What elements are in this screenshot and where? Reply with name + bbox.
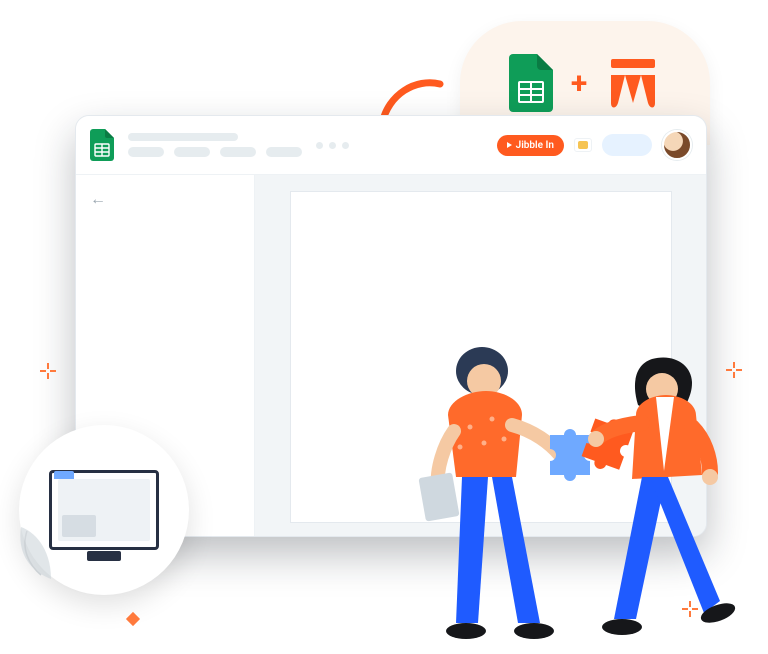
monitor-badge xyxy=(19,425,189,595)
person-right xyxy=(588,357,738,635)
menu-item[interactable] xyxy=(266,147,302,157)
title-area xyxy=(128,133,302,157)
avatar[interactable] xyxy=(662,130,692,160)
doc-title-placeholder[interactable] xyxy=(128,133,238,141)
toolbar-dots xyxy=(316,142,349,149)
stage: + xyxy=(0,0,768,654)
spark-icon xyxy=(682,601,698,617)
back-arrow-icon[interactable]: ← xyxy=(90,189,240,209)
topbar: Jibble In xyxy=(76,116,706,175)
diamond-icon xyxy=(126,612,140,626)
spark-icon xyxy=(726,362,742,378)
monitor-tab xyxy=(54,471,74,479)
plus-icon: + xyxy=(571,66,587,101)
jibble-icon xyxy=(605,55,661,111)
dot-icon xyxy=(316,142,323,149)
menu-item[interactable] xyxy=(128,147,164,157)
dot-icon xyxy=(342,142,349,149)
play-icon xyxy=(507,142,512,148)
monitor-content-block xyxy=(62,515,96,537)
menu-item[interactable] xyxy=(220,147,256,157)
google-sheets-icon xyxy=(509,54,553,112)
menu-item[interactable] xyxy=(174,147,210,157)
topbar-right: Jibble In xyxy=(497,130,692,160)
dot-icon xyxy=(329,142,336,149)
spark-icon xyxy=(40,363,56,379)
share-button[interactable] xyxy=(602,134,652,156)
google-sheets-icon xyxy=(90,129,114,161)
menu-row xyxy=(128,147,302,157)
jibble-in-button[interactable]: Jibble In xyxy=(497,135,564,156)
monitor-icon xyxy=(49,470,159,550)
presence-indicator[interactable] xyxy=(574,138,592,152)
jibble-in-label: Jibble In xyxy=(516,140,554,151)
person-left xyxy=(418,347,560,639)
